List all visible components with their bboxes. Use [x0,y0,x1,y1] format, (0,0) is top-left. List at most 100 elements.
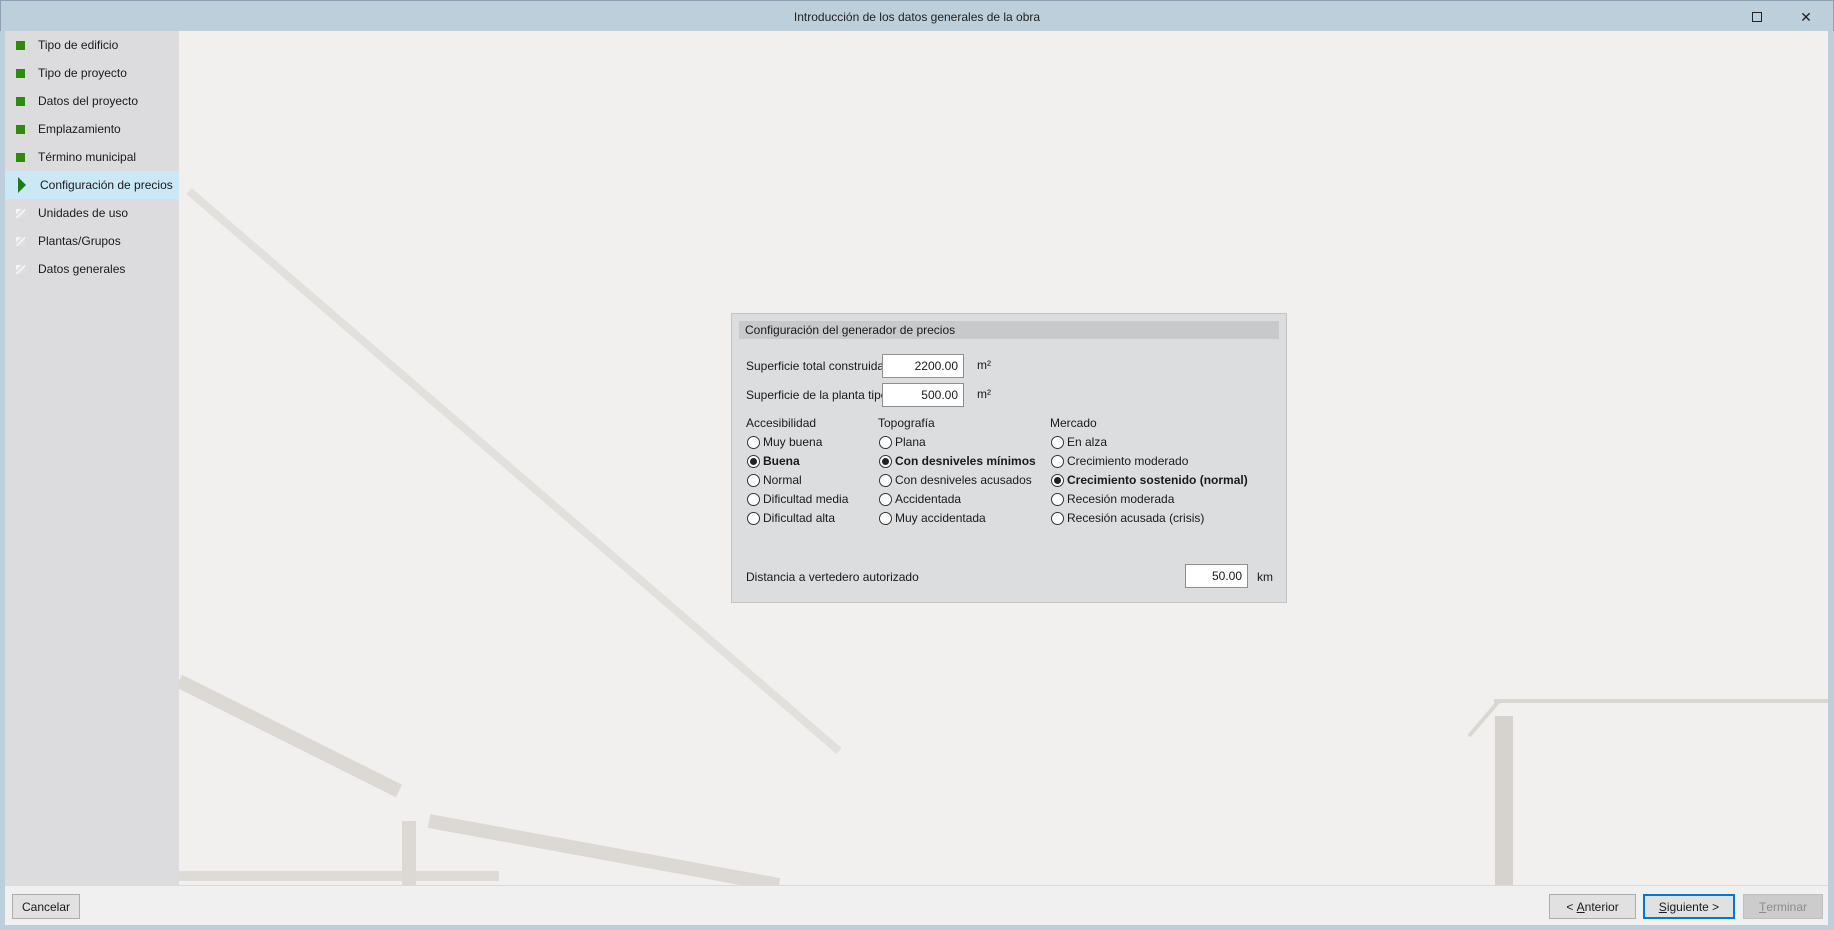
maximize-icon[interactable] [1742,5,1772,29]
superficie-total-label: Superficie total construida [746,359,885,373]
radio-unchecked-icon [747,473,760,487]
sidebar-item-emplazamiento[interactable]: Emplazamiento [5,115,179,143]
radio-label: Crecimiento sostenido (normal) [1067,473,1248,487]
radio-label: Muy buena [763,435,823,449]
topografia-radio[interactable]: Plana [879,435,926,449]
sidebar-item-t-rmino-municipal[interactable]: Término municipal [5,143,179,171]
mercado-radio[interactable]: Recesión moderada [1051,492,1174,506]
distancia-unit: km [1257,570,1273,584]
radio-unchecked-icon [747,511,760,525]
sidebar-item-tipo-de-proyecto[interactable]: Tipo de proyecto [5,59,179,87]
sidebar-item-label: Configuración de precios [40,178,173,192]
distancia-input[interactable]: 50.00 [1185,564,1248,588]
step-done-icon [16,124,25,134]
radio-label: Accidentada [895,492,962,506]
radio-unchecked-icon [747,435,760,449]
cancel-button[interactable]: Cancelar [12,894,80,919]
radio-label: Dificultad alta [763,511,836,525]
radio-label: Recesión acusada (crisis) [1067,511,1205,525]
sidebar-item-configuraci-n-de-precios[interactable]: Configuración de precios [5,171,179,199]
radio-checked-icon [1051,473,1064,487]
window-title: Introducción de los datos generales de l… [793,10,1041,24]
finish-accel: T [1758,899,1767,914]
radio-unchecked-icon [1051,511,1064,525]
accesibilidad-radio[interactable]: Dificultad alta [747,511,835,525]
radio-unchecked-icon [1051,492,1064,506]
step-done-icon [16,152,25,162]
topografia-radio[interactable]: Muy accidentada [879,511,986,525]
step-pending-icon [16,208,25,218]
superficie-total-input[interactable]: 2200.00 [882,354,964,378]
next-button[interactable]: Siguiente > [1643,894,1735,919]
radio-unchecked-icon [1051,454,1064,468]
radio-checked-icon [747,454,760,468]
sidebar-item-label: Unidades de uso [38,206,129,220]
accesibilidad-radio[interactable]: Buena [747,454,800,468]
accesibilidad-radio[interactable]: Dificultad media [747,492,848,506]
radio-label: Muy accidentada [895,511,986,525]
mercado-radio[interactable]: Crecimiento sostenido (normal) [1051,473,1248,487]
prev-arrow: < [1566,899,1577,914]
panel-title: Configuración del generador de precios [739,321,1279,339]
finish-button[interactable]: Terminar [1743,894,1823,919]
topografia-radio[interactable]: Con desniveles acusados [879,473,1032,487]
accesibilidad-heading: Accesibilidad [746,416,817,430]
radio-label: Normal [763,473,802,487]
sidebar-item-label: Emplazamiento [38,122,121,136]
sidebar-item-label: Tipo de proyecto [38,66,127,80]
wizard-steps-sidebar: Tipo de edificio Tipo de proyecto Datos de… [5,31,179,885]
finish-label: erminar [1766,899,1808,914]
prev-accel: A [1576,899,1585,914]
superficie-planta-label: Superficie de la planta tipo [746,388,888,402]
radio-unchecked-icon [747,492,760,506]
radio-unchecked-icon [879,492,892,506]
superficie-planta-input[interactable]: 500.00 [882,383,964,407]
radio-unchecked-icon [879,435,892,449]
distancia-label: Distancia a vertedero autorizado [746,570,919,584]
radio-label: En alza [1067,435,1108,449]
radio-label: Con desniveles acusados [895,473,1032,487]
current-step-arrow-icon [18,177,26,193]
accesibilidad-radio[interactable]: Muy buena [747,435,822,449]
previous-button[interactable]: < Anterior [1549,894,1636,919]
topografia-radio[interactable]: Accidentada [879,492,961,506]
superficie-total-unit: m² [977,358,991,372]
sidebar-item-plantas-grupos[interactable]: Plantas/Grupos [5,227,179,255]
price-generator-panel: Configuración del generador de precios S… [731,313,1287,603]
radio-label: Buena [763,454,800,468]
sidebar-item-label: Plantas/Grupos [38,234,121,248]
sidebar-item-label: Término municipal [38,150,137,164]
radio-label: Con desniveles mínimos [895,454,1036,468]
next-label: iguiente > [1666,899,1720,914]
accesibilidad-radio[interactable]: Normal [747,473,802,487]
radio-label: Dificultad media [763,492,849,506]
sidebar-item-tipo-de-edificio[interactable]: Tipo de edificio [5,31,179,59]
topografia-heading: Topografía [878,416,935,430]
step-done-icon [16,68,25,78]
superficie-planta-unit: m² [977,387,991,401]
step-done-icon [16,40,25,50]
prev-label: nterior [1584,899,1619,914]
radio-label: Recesión moderada [1067,492,1175,506]
radio-unchecked-icon [879,473,892,487]
radio-unchecked-icon [1051,435,1064,449]
next-accel: S [1658,899,1667,914]
radio-checked-icon [879,454,892,468]
sidebar-item-unidades-de-uso[interactable]: Unidades de uso [5,199,179,227]
mercado-radio[interactable]: Crecimiento moderado [1051,454,1188,468]
sidebar-item-datos-del-proyecto[interactable]: Datos del proyecto [5,87,179,115]
radio-unchecked-icon [879,511,892,525]
sidebar-item-label: Tipo de edificio [38,38,119,52]
sidebar-item-label: Datos generales [38,262,126,276]
close-icon[interactable]: ✕ [1791,5,1821,29]
mercado-heading: Mercado [1050,416,1097,430]
sidebar-item-datos-generales[interactable]: Datos generales [5,255,179,283]
topografia-radio[interactable]: Con desniveles mínimos [879,454,1036,468]
mercado-radio[interactable]: En alza [1051,435,1107,449]
title-bar: Introducción de los datos generales de l… [0,0,1834,31]
radio-label: Plana [895,435,926,449]
step-done-icon [16,96,25,106]
step-pending-icon [16,264,25,274]
mercado-radio[interactable]: Recesión acusada (crisis) [1051,511,1204,525]
radio-label: Crecimiento moderado [1067,454,1189,468]
